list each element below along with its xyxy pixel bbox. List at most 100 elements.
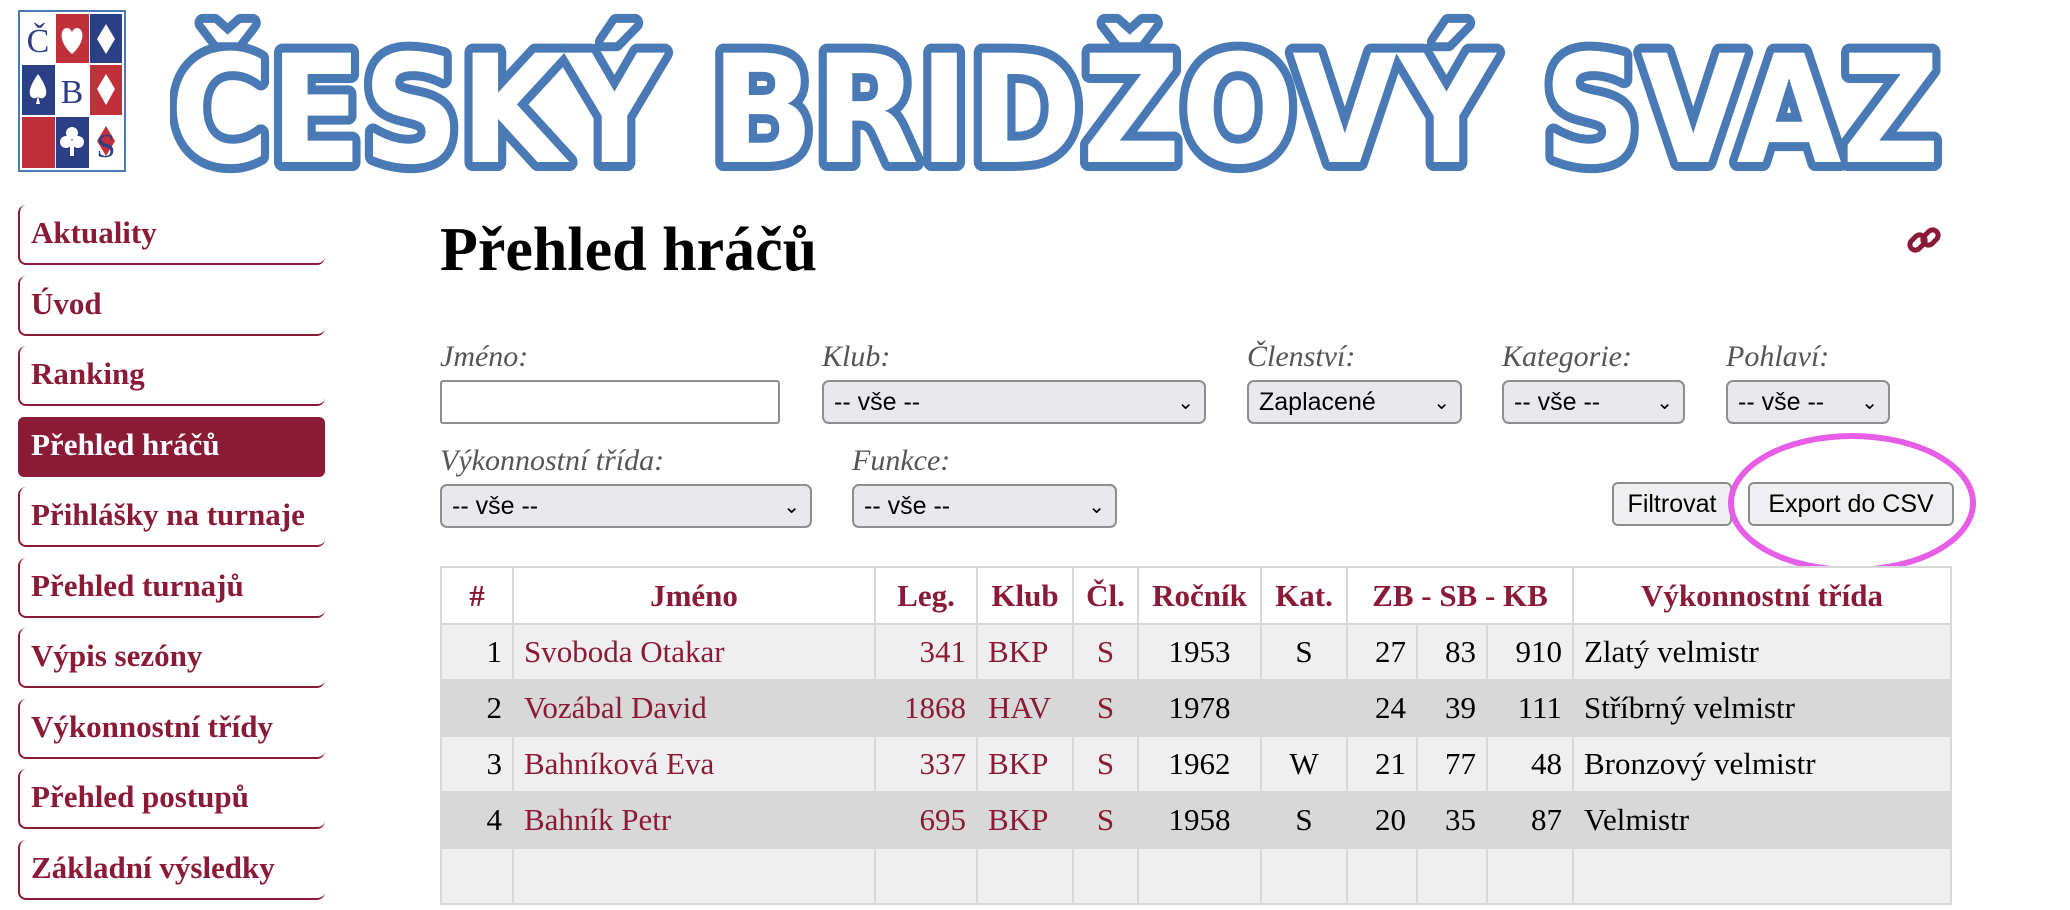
sidebar-item-zakladni-vysledky[interactable]: Základní výsledky [18, 839, 325, 900]
club-link[interactable] [976, 847, 1074, 905]
column-header-number[interactable]: # [440, 566, 514, 625]
membership-link[interactable]: S [1072, 623, 1139, 681]
column-header-leg[interactable]: Leg. [874, 566, 978, 625]
cell-trida [1572, 847, 1952, 905]
filter-button[interactable]: Filtrovat [1612, 482, 1732, 526]
chevron-down-icon: ⌄ [1861, 391, 1878, 414]
function-select-value: -- vše -- [864, 491, 951, 520]
table-row: 3 Bahníková Eva 337 BKP S 1962 W 21 77 4… [440, 735, 1952, 793]
banner-title: ČESKÝ BRIDŽOVÝ SVAZ [170, 22, 1940, 179]
cell-kat: S [1260, 623, 1348, 681]
cbs-logo[interactable]: Č B S [18, 10, 126, 172]
sidebar-item-vykonnostni-tridy[interactable]: Výkonnostní třídy [18, 698, 325, 759]
legitimation-link[interactable]: 337 [874, 735, 978, 793]
cell-number: 3 [440, 735, 514, 793]
cell-rocnik: 1962 [1137, 735, 1262, 793]
cell-zb: 27 [1346, 623, 1418, 681]
cell-trida: Bronzový velmistr [1572, 735, 1952, 793]
column-header-klub[interactable]: Klub [976, 566, 1074, 625]
table-row: 2 Vozábal David 1868 HAV S 1978 24 39 11… [440, 679, 1952, 737]
sidebar-item-ranking[interactable]: Ranking [18, 346, 325, 406]
column-header-vykonnostni-trida[interactable]: Výkonnostní třída [1572, 566, 1952, 625]
filter-label-klub: Klub: [822, 340, 891, 373]
player-name-link[interactable]: Bahník Petr [512, 791, 876, 849]
cell-kb: 48 [1486, 735, 1574, 793]
cell-kb: 111 [1486, 679, 1574, 737]
column-header-rocnik[interactable]: Ročník [1137, 566, 1262, 625]
sidebar-item-uvod[interactable]: Úvod [18, 275, 325, 336]
player-name-link[interactable]: Svoboda Otakar [512, 623, 876, 681]
filter-label-clenstvi: Členství: [1247, 340, 1356, 373]
sidebar-item-aktuality[interactable]: Aktuality [18, 205, 325, 265]
club-link[interactable]: BKP [976, 735, 1074, 793]
sidebar-item-vypis-sezony[interactable]: Výpis sezóny [18, 628, 325, 688]
category-select[interactable]: -- vše -- ⌄ [1502, 380, 1685, 424]
sidebar-item-prehled-postupu[interactable]: Přehled postupů [18, 769, 325, 829]
chevron-down-icon: ⌄ [1177, 391, 1194, 414]
performance-class-select-value: -- vše -- [452, 491, 539, 520]
filter-label-funkce: Funkce: [852, 444, 951, 477]
cell-rocnik: 1958 [1137, 791, 1262, 849]
filter-label-kategorie: Kategorie: [1502, 340, 1632, 373]
cell-kb [1486, 847, 1574, 905]
club-link[interactable]: HAV [976, 679, 1074, 737]
name-input[interactable] [440, 380, 780, 424]
membership-link[interactable]: S [1072, 735, 1139, 793]
player-name-link[interactable]: Bahníková Eva [512, 735, 876, 793]
club-select-value: -- vše -- [834, 387, 921, 416]
cell-zb [1346, 847, 1418, 905]
membership-link[interactable] [1072, 847, 1139, 905]
legitimation-link[interactable] [874, 847, 978, 905]
logo-letter-s: S [97, 128, 116, 165]
function-select[interactable]: -- vše -- ⌄ [852, 484, 1117, 528]
chevron-down-icon: ⌄ [1433, 391, 1450, 414]
sidebar-item-prehled-turnaju[interactable]: Přehled turnajů [18, 557, 325, 618]
table-row [440, 847, 1952, 905]
club-link[interactable]: BKP [976, 791, 1074, 849]
membership-select[interactable]: Zaplacené ⌄ [1247, 380, 1462, 424]
filter-label-jmeno: Jméno: [440, 340, 529, 373]
column-header-zb-sb-kb[interactable]: ZB - SB - KB [1346, 566, 1574, 625]
membership-select-value: Zaplacené [1259, 387, 1376, 416]
cell-number: 1 [440, 623, 514, 681]
column-header-jmeno[interactable]: Jméno [512, 566, 876, 625]
legitimation-link[interactable]: 1868 [874, 679, 978, 737]
gender-select-value: -- vše -- [1738, 387, 1825, 416]
cell-number: 4 [440, 791, 514, 849]
chevron-down-icon: ⌄ [1656, 391, 1673, 414]
chevron-down-icon: ⌄ [783, 495, 800, 518]
cell-kat [1260, 679, 1348, 737]
filter-label-vykonnostni-trida: Výkonnostní třída: [440, 444, 665, 477]
cell-rocnik [1137, 847, 1262, 905]
cell-rocnik: 1953 [1137, 623, 1262, 681]
membership-link[interactable]: S [1072, 791, 1139, 849]
logo-letter-b: B [61, 74, 84, 111]
table-row: 4 Bahník Petr 695 BKP S 1958 S 20 35 87 … [440, 791, 1952, 849]
membership-link[interactable]: S [1072, 679, 1139, 737]
player-name-link[interactable]: Vozábal David [512, 679, 876, 737]
sidebar-item-prihlasky[interactable]: Přihlášky na turnaje [18, 487, 325, 547]
legitimation-link[interactable]: 341 [874, 623, 978, 681]
cell-kb: 910 [1486, 623, 1574, 681]
performance-class-select[interactable]: -- vše -- ⌄ [440, 484, 812, 528]
column-header-cl[interactable]: Čl. [1072, 566, 1139, 625]
cell-kat [1260, 847, 1348, 905]
club-select[interactable]: -- vše -- ⌄ [822, 380, 1206, 424]
cell-kat: S [1260, 791, 1348, 849]
player-name-link[interactable] [512, 847, 876, 905]
sidebar-nav: Aktuality Úvod Ranking Přehled hráčů Při… [18, 205, 325, 910]
logo-letter-c: Č [27, 22, 50, 60]
cell-sb: 83 [1416, 623, 1488, 681]
cell-sb: 35 [1416, 791, 1488, 849]
cell-sb: 39 [1416, 679, 1488, 737]
gender-select[interactable]: -- vše -- ⌄ [1726, 380, 1890, 424]
column-header-kat[interactable]: Kat. [1260, 566, 1348, 625]
cell-sb [1416, 847, 1488, 905]
legitimation-link[interactable]: 695 [874, 791, 978, 849]
cell-number [440, 847, 514, 905]
link-icon[interactable] [1906, 222, 1942, 258]
cell-zb: 20 [1346, 791, 1418, 849]
club-link[interactable]: BKP [976, 623, 1074, 681]
cell-trida: Stříbrný velmistr [1572, 679, 1952, 737]
sidebar-item-prehled-hracu[interactable]: Přehled hráčů [18, 416, 325, 477]
